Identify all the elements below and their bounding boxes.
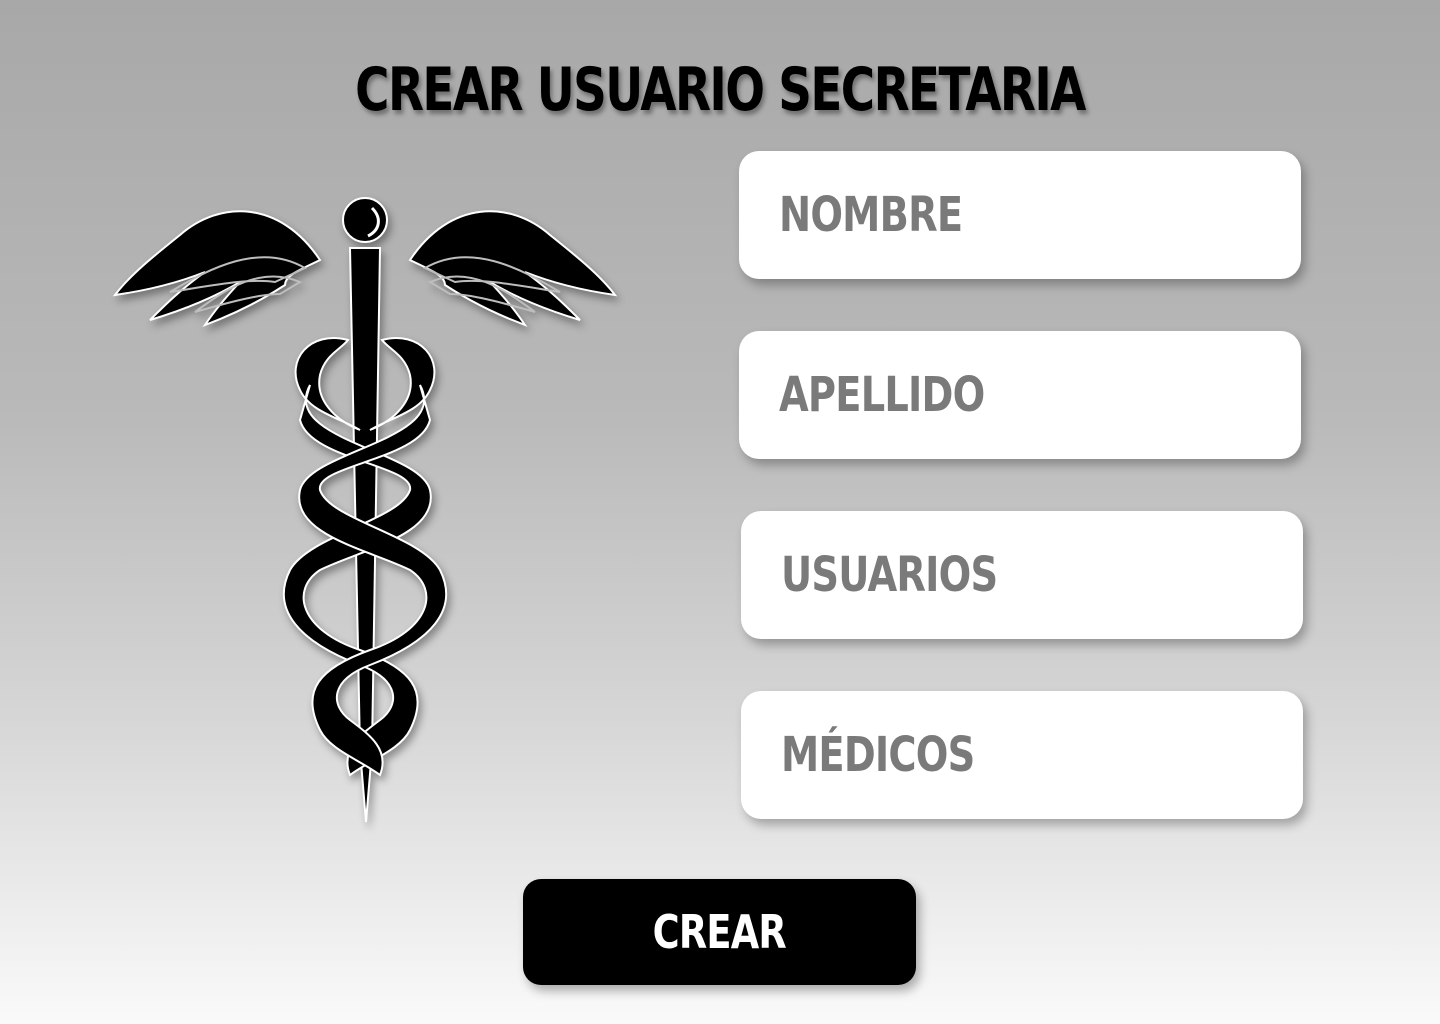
apellido-placeholder: APELLIDO [779,367,985,423]
page-title: CREAR USUARIO SECRETARIA [355,55,1086,125]
nombre-placeholder: NOMBRE [779,187,963,243]
medicos-placeholder: MÉDICOS [781,727,975,783]
crear-button-label: CREAR [652,905,787,959]
nombre-input[interactable]: NOMBRE [739,151,1301,279]
crear-button[interactable]: CREAR [523,879,916,985]
medicos-input[interactable]: MÉDICOS [741,691,1303,819]
usuarios-input[interactable]: USUARIOS [741,511,1303,639]
caduceus-icon [112,197,618,823]
usuarios-placeholder: USUARIOS [781,547,998,603]
apellido-input[interactable]: APELLIDO [739,331,1301,459]
